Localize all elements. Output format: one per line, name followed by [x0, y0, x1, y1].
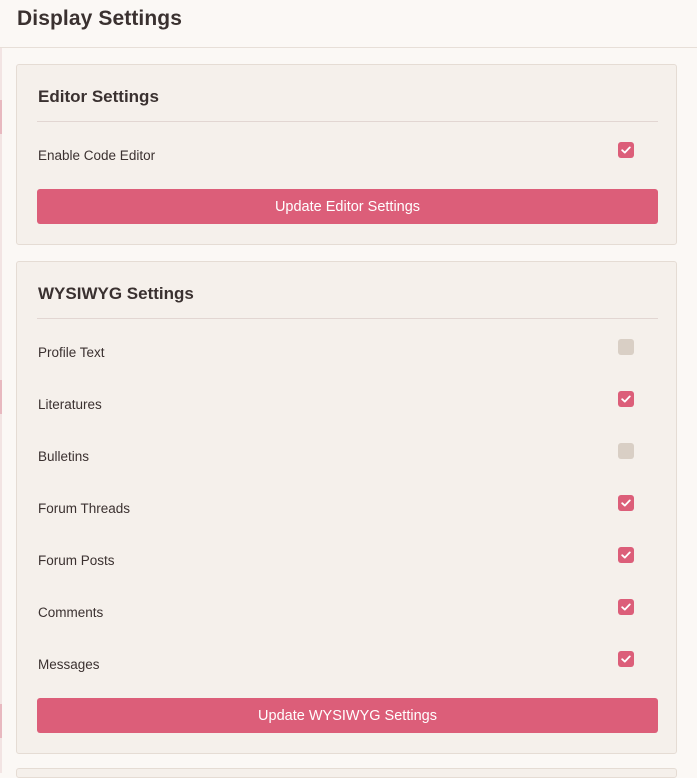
- comments-checkbox[interactable]: [618, 599, 634, 615]
- setting-label: Forum Posts: [38, 553, 115, 568]
- setting-label: Messages: [38, 657, 100, 672]
- update-wysiwyg-settings-button[interactable]: Update WYSIWYG Settings: [37, 698, 658, 733]
- wysiwyg-settings-card: WYSIWYG Settings Profile Text Literature…: [16, 261, 677, 754]
- bulletins-checkbox[interactable]: [618, 443, 634, 459]
- enable-code-editor-checkbox[interactable]: [618, 142, 634, 158]
- left-edge-marker: [0, 704, 2, 738]
- checkmark-icon: [621, 499, 631, 507]
- setting-label: Literatures: [38, 397, 102, 412]
- editor-settings-card: Editor Settings Enable Code Editor Updat…: [16, 64, 677, 245]
- forum-posts-checkbox[interactable]: [618, 547, 634, 563]
- setting-label: Comments: [38, 605, 104, 620]
- setting-label: Bulletins: [38, 449, 90, 464]
- left-edge-marker: [0, 380, 2, 414]
- checkmark-icon: [621, 551, 631, 559]
- checkmark-icon: [621, 603, 631, 611]
- setting-label: Enable Code Editor: [38, 148, 156, 163]
- literatures-checkbox[interactable]: [618, 391, 634, 407]
- wysiwyg-settings-title: WYSIWYG Settings: [38, 284, 194, 303]
- editor-settings-divider: [37, 121, 658, 122]
- left-edge-marker: [0, 100, 2, 134]
- forum-threads-checkbox[interactable]: [618, 495, 634, 511]
- update-editor-settings-button[interactable]: Update Editor Settings: [37, 189, 658, 224]
- next-card-edge: [16, 768, 677, 778]
- setting-label: Forum Threads: [38, 501, 131, 516]
- page-header: Display Settings: [0, 0, 697, 48]
- checkmark-icon: [621, 395, 631, 403]
- profile-text-checkbox[interactable]: [618, 339, 634, 355]
- messages-checkbox[interactable]: [618, 651, 634, 667]
- editor-settings-title: Editor Settings: [38, 87, 159, 106]
- setting-label: Profile Text: [38, 345, 105, 360]
- left-edge-strip: [0, 0, 2, 773]
- page-title: Display Settings: [17, 7, 182, 30]
- checkmark-icon: [621, 146, 631, 154]
- wysiwyg-settings-divider: [37, 318, 658, 319]
- checkmark-icon: [621, 655, 631, 663]
